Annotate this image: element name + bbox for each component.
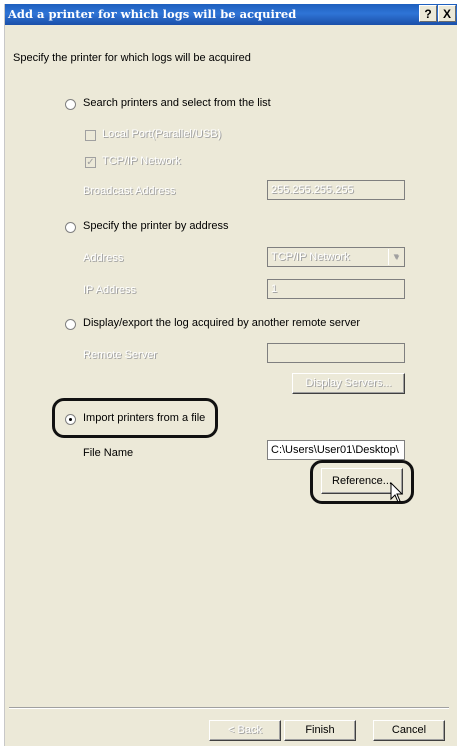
ip-address-input[interactable]: 1 (267, 279, 405, 299)
finish-button[interactable]: Finish (284, 720, 356, 741)
local-port-checkbox[interactable] (85, 130, 96, 141)
search-radio-label: Search printers and select from the list (83, 97, 271, 109)
file-name-input[interactable]: C:\Users\User01\Desktop\ (267, 440, 405, 460)
mouse-cursor-icon (390, 482, 404, 503)
chevron-down-icon[interactable]: ▼ (388, 249, 403, 265)
import-radio[interactable] (65, 414, 76, 425)
cancel-button[interactable]: Cancel (373, 720, 445, 741)
address-select[interactable]: TCP/IP Network ▼ (267, 247, 405, 267)
dialog-window: Add a printer for which logs will be acq… (4, 4, 457, 746)
close-icon[interactable]: X (438, 5, 456, 22)
display-servers-button[interactable]: Display Servers... (292, 373, 405, 394)
search-radio[interactable] (65, 99, 76, 110)
remote-server-input[interactable] (267, 343, 405, 363)
remote-server-label: Remote Server (83, 349, 157, 361)
address-label: Address (83, 252, 124, 264)
back-button[interactable]: < Back (209, 720, 281, 741)
file-name-label: File Name (83, 447, 134, 459)
title-bar: Add a printer for which logs will be acq… (5, 4, 457, 25)
remote-radio[interactable] (65, 319, 76, 330)
local-port-label: Local Port(Parallel/USB) (102, 128, 222, 140)
tcpip-label: TCP/IP Network (102, 155, 181, 167)
address-radio[interactable] (65, 222, 76, 233)
footer-separator (9, 707, 449, 709)
broadcast-address-label: Broadcast Address (83, 185, 176, 197)
import-radio-label: Import printers from a file (83, 412, 206, 424)
address-radio-label: Specify the printer by address (83, 220, 229, 232)
address-select-value: TCP/IP Network (271, 251, 350, 263)
window-title: Add a printer for which logs will be acq… (8, 7, 297, 21)
tcpip-checkbox[interactable]: ✓ (85, 157, 96, 168)
intro-text: Specify the printer for which logs will … (13, 52, 251, 64)
ip-address-label: IP Address (83, 284, 136, 296)
broadcast-address-input[interactable]: 255.255.255.255 (267, 180, 405, 200)
help-icon[interactable]: ? (419, 5, 437, 22)
remote-radio-label: Display/export the log acquired by anoth… (83, 317, 360, 329)
